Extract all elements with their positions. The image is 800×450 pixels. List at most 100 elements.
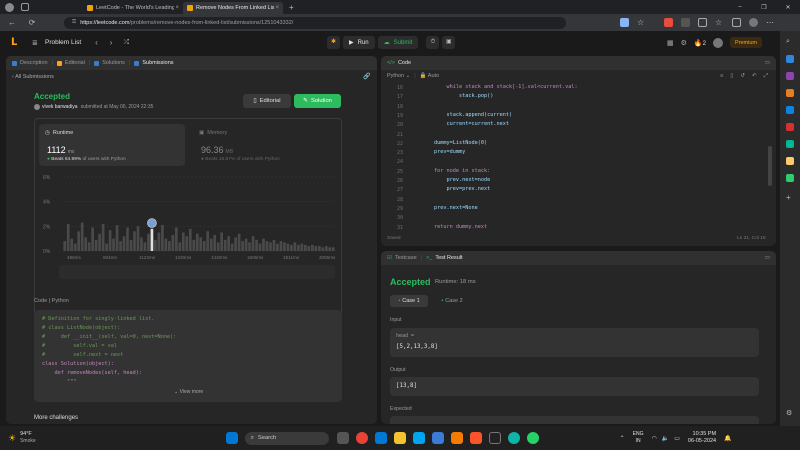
show-hidden-icons[interactable]: ⌃ bbox=[620, 435, 625, 442]
collapse-panel-icon[interactable]: ▭ bbox=[765, 60, 770, 66]
timer-icon[interactable]: ⏱ bbox=[426, 36, 440, 49]
extension-icon[interactable] bbox=[786, 55, 794, 63]
extension-icon[interactable] bbox=[620, 18, 629, 27]
chart-x-tick-label: 1811ms bbox=[283, 255, 300, 260]
reset-icon[interactable]: ↺ bbox=[740, 73, 745, 79]
extension-icon[interactable] bbox=[786, 72, 794, 80]
whatsapp-icon[interactable] bbox=[526, 432, 539, 444]
extension-icon[interactable] bbox=[786, 89, 794, 97]
problem-list-link[interactable]: Problem List bbox=[45, 39, 81, 46]
chrome-icon[interactable] bbox=[355, 432, 368, 444]
author-name[interactable]: vivek barwadiya bbox=[42, 104, 78, 110]
app-icon[interactable] bbox=[431, 432, 444, 444]
notes-icon[interactable]: ▣ bbox=[442, 36, 456, 49]
close-tab-icon[interactable]: × bbox=[275, 5, 279, 11]
leetcode-logo-icon[interactable]: ᒪ bbox=[11, 37, 21, 48]
new-tab-button[interactable]: + bbox=[289, 3, 294, 12]
all-submissions-link[interactable]: ‹ All Submissions bbox=[12, 74, 54, 80]
tab-actions-icon[interactable] bbox=[21, 3, 29, 11]
wifi-icon[interactable]: ◠ bbox=[652, 435, 657, 442]
list-icon[interactable]: ≣ bbox=[32, 39, 38, 47]
extension-icon[interactable] bbox=[786, 174, 794, 182]
edge-icon[interactable] bbox=[507, 432, 520, 444]
close-tab-icon[interactable]: × bbox=[175, 5, 179, 11]
more-menu-icon[interactable]: ⋯ bbox=[766, 18, 775, 27]
battery-icon[interactable]: ▭ bbox=[674, 435, 680, 442]
task-view-icon[interactable] bbox=[336, 432, 349, 444]
profile-avatar[interactable] bbox=[5, 2, 14, 12]
tab-submissions[interactable]: Submissions bbox=[134, 60, 174, 66]
add-icon[interactable]: + bbox=[786, 193, 791, 202]
chart-range-scrubber[interactable] bbox=[59, 265, 335, 279]
case-1-tab[interactable]: • Case 1 bbox=[390, 295, 428, 307]
solution-button[interactable]: ✎ Solution bbox=[294, 94, 341, 108]
streak-fire-icon[interactable]: 🔥2 bbox=[694, 39, 706, 47]
collections-icon[interactable] bbox=[732, 18, 741, 27]
format-icon[interactable]: ≡ bbox=[720, 73, 723, 79]
browser-tab-leetcode[interactable]: LeetCode - The World's Leading × bbox=[83, 2, 183, 14]
premium-button[interactable]: Premium bbox=[729, 37, 762, 48]
shuffle-icon[interactable]: ⤮ bbox=[123, 39, 129, 47]
browser-tab-active[interactable]: Remove Nodes From Linked List × bbox=[183, 2, 283, 14]
language-select[interactable]: Python ⌄ bbox=[387, 73, 410, 79]
volume-icon[interactable]: 🔈 bbox=[662, 435, 669, 442]
extension-icon[interactable] bbox=[786, 157, 794, 165]
brave-icon[interactable] bbox=[469, 432, 482, 444]
submitted-code-block[interactable]: ⌄ View more # Definition for singly-link… bbox=[34, 310, 342, 402]
run-button[interactable]: ▶ Run bbox=[343, 36, 375, 49]
notification-icon[interactable]: 🔔 bbox=[724, 435, 731, 442]
editorial-button[interactable]: ▯ Editorial bbox=[243, 94, 291, 108]
tab-editorial[interactable]: Editorial bbox=[56, 60, 85, 66]
star-icon[interactable]: ☆ bbox=[637, 18, 646, 27]
search-icon[interactable]: ⌕ bbox=[786, 38, 790, 46]
memory-card[interactable]: ▣ Memory 96.36 MB ● Beats 15.87% of users… bbox=[193, 124, 339, 166]
tab-solutions[interactable]: Solutions bbox=[94, 60, 125, 66]
app-icon[interactable] bbox=[488, 432, 501, 444]
undo-icon[interactable]: ↶ bbox=[752, 73, 757, 79]
windows-start-icon[interactable] bbox=[225, 432, 238, 444]
refresh-icon[interactable]: ⟳ bbox=[26, 18, 38, 27]
file-explorer-icon[interactable] bbox=[393, 432, 406, 444]
bookmark-icon[interactable]: ▯ bbox=[730, 73, 733, 79]
runtime-card[interactable]: ◷ Runtime 1112 ms ● Beats 64.99% of users… bbox=[39, 124, 185, 166]
fullscreen-icon[interactable]: ⤢ bbox=[764, 73, 768, 80]
settings-gear-icon[interactable]: ⚙ bbox=[786, 409, 792, 417]
code-editor[interactable]: 16 while stack and stack[-1].val<current… bbox=[381, 84, 771, 234]
minimize-button[interactable]: – bbox=[728, 4, 752, 11]
collapse-panel-icon[interactable]: ▭ bbox=[765, 255, 770, 261]
tab-testcase[interactable]: ☑ Testcase bbox=[387, 255, 417, 261]
avatar[interactable] bbox=[712, 37, 723, 48]
back-arrow-icon[interactable]: ← bbox=[6, 18, 18, 27]
extension-icon[interactable] bbox=[664, 18, 673, 27]
maximize-button[interactable]: ❐ bbox=[752, 4, 776, 11]
weather-icon[interactable]: ☀ bbox=[8, 433, 16, 444]
favorites-icon[interactable]: ☆ bbox=[715, 18, 724, 27]
tab-description[interactable]: Description bbox=[12, 60, 48, 66]
view-more-button[interactable]: ⌄ View more bbox=[174, 389, 203, 395]
app-icon[interactable] bbox=[450, 432, 463, 444]
extension-icon[interactable] bbox=[786, 106, 794, 114]
next-problem-icon[interactable]: › bbox=[110, 38, 113, 47]
app-icon[interactable] bbox=[412, 432, 425, 444]
debug-icon[interactable]: ✱ bbox=[327, 36, 340, 49]
share-link-icon[interactable]: 🔗 bbox=[363, 73, 370, 80]
split-screen-icon[interactable] bbox=[698, 18, 707, 27]
submit-button[interactable]: ☁ Submit bbox=[377, 36, 419, 49]
profile-avatar[interactable] bbox=[749, 18, 758, 27]
case-2-tab[interactable]: • Case 2 bbox=[433, 295, 471, 307]
extension-icon[interactable] bbox=[786, 140, 794, 148]
extension-icon[interactable] bbox=[786, 123, 794, 131]
settings-gear-icon[interactable]: ⚙ bbox=[681, 39, 687, 47]
prev-problem-icon[interactable]: ‹ bbox=[95, 38, 98, 47]
extension-icon[interactable] bbox=[681, 18, 690, 27]
outlook-icon[interactable] bbox=[374, 432, 387, 444]
clock-time[interactable]: 10:35 PM bbox=[688, 431, 717, 438]
layout-icon[interactable]: ▦ bbox=[667, 39, 674, 47]
close-window-button[interactable]: ✕ bbox=[776, 4, 800, 11]
clock-date[interactable]: 06-05-2024 bbox=[688, 438, 716, 445]
mode-toggle[interactable]: 🔒 Auto bbox=[420, 73, 439, 79]
tab-test-result[interactable]: >_ Test Result bbox=[426, 255, 463, 261]
address-bar[interactable]: ⚿ https://leetcode.com /problems/remove-… bbox=[64, 16, 566, 29]
search-box[interactable]: ⌕ Search bbox=[244, 431, 329, 445]
editor-scrollbar[interactable] bbox=[768, 146, 772, 186]
